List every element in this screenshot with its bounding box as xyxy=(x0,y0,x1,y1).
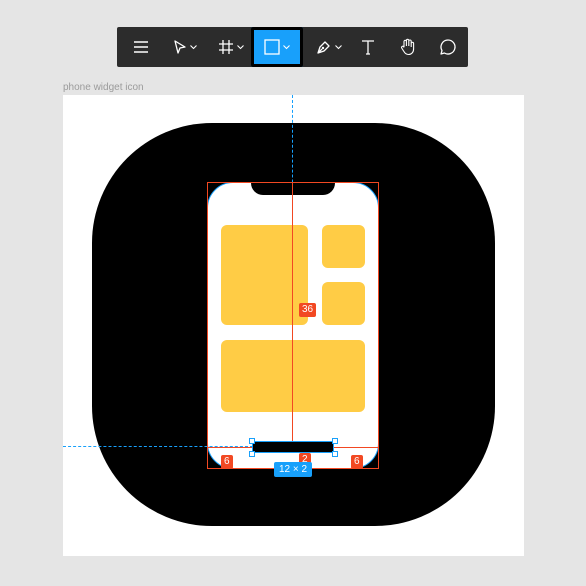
center-measure-line xyxy=(292,182,293,442)
resize-handle-bottom-right[interactable] xyxy=(332,451,338,457)
center-distance-badge: 36 xyxy=(299,303,317,317)
toolbar xyxy=(117,27,468,67)
menu-icon xyxy=(133,40,149,54)
frame-tool-button[interactable] xyxy=(210,27,252,67)
selection-size-badge: 12 × 2 xyxy=(274,462,312,477)
measure-outline-phone xyxy=(207,182,379,469)
rectangle-tool-button[interactable] xyxy=(251,27,303,67)
resize-handle-top-left[interactable] xyxy=(249,438,255,444)
chevron-down-icon[interactable] xyxy=(335,44,342,50)
chevron-down-icon[interactable] xyxy=(237,44,244,50)
pen-tool-icon xyxy=(316,39,332,55)
home-indicator-bar[interactable] xyxy=(252,441,334,453)
left-gap-badge: 6 xyxy=(221,455,233,469)
move-tool-button[interactable] xyxy=(165,27,205,67)
resize-handle-bottom-left[interactable] xyxy=(249,451,255,457)
frame-tool-icon xyxy=(218,39,234,55)
text-tool-button[interactable] xyxy=(353,27,383,67)
chevron-down-icon[interactable] xyxy=(283,44,290,50)
rectangle-tool-icon xyxy=(264,39,280,55)
chevron-down-icon[interactable] xyxy=(190,44,197,50)
resize-handle-top-right[interactable] xyxy=(332,438,338,444)
main-menu-button[interactable] xyxy=(123,27,159,67)
right-gap-badge: 6 xyxy=(351,455,363,469)
move-tool-icon xyxy=(173,39,187,55)
comment-tool-button[interactable] xyxy=(433,27,463,67)
text-tool-icon xyxy=(360,39,376,55)
pen-tool-button[interactable] xyxy=(307,27,351,67)
comment-tool-icon xyxy=(439,38,457,56)
frame-label[interactable]: phone widget icon xyxy=(63,82,144,93)
hand-tool-button[interactable] xyxy=(392,27,424,67)
hand-tool-icon xyxy=(399,38,417,56)
